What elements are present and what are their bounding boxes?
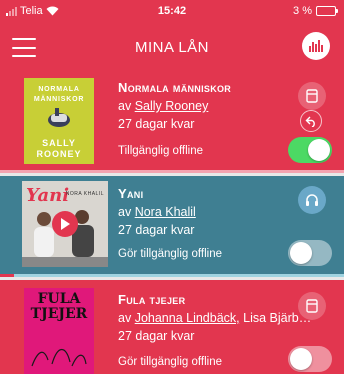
cover-title-text: FULA TJEJER [30, 291, 88, 322]
book-title[interactable]: Yani [118, 186, 196, 201]
cover-title-text: Yani [26, 185, 70, 206]
offline-label: Gör tillgänglig offline [118, 248, 222, 260]
offline-toggle[interactable] [288, 346, 332, 372]
status-bar: Telia 15:42 3 % [0, 0, 344, 24]
by-label: av [118, 205, 132, 219]
offline-toggle[interactable] [288, 240, 332, 266]
listening-progress-track [0, 274, 344, 277]
cover-title-text: NORMALA MÄNNISKOR [33, 86, 85, 103]
author-link[interactable]: Nora Khalil [135, 205, 196, 219]
page-title: MINA LÅN [134, 39, 210, 56]
card-divider [0, 170, 344, 173]
book-card-fula-tjejer[interactable]: FULA TJEJER Fula tjejer av Johanna Lindb… [0, 280, 344, 374]
cover-author-text: SALLY ROONEY [36, 138, 82, 160]
return-icon [305, 116, 315, 127]
cover-illustration [31, 348, 87, 367]
ebook-icon [306, 299, 318, 313]
offline-toggle[interactable] [288, 137, 332, 163]
by-label: av [118, 311, 132, 325]
days-remaining: 27 dagar kvar [118, 329, 195, 343]
battery-percent: 3 % [293, 5, 312, 17]
book-card-normala-manniskor[interactable]: NORMALA MÄNNISKOR SALLY ROONEY Normala m… [0, 70, 344, 170]
statistics-icon[interactable] [302, 32, 330, 60]
ebook-button[interactable] [298, 82, 326, 110]
by-label: av [118, 99, 132, 113]
offline-label: Tillgänglig offline [118, 145, 204, 157]
ebook-icon [306, 89, 318, 103]
listening-progress-fill [0, 274, 14, 277]
return-book-button[interactable] [300, 110, 322, 132]
offline-label: Gör tillgänglig offline [118, 356, 222, 368]
days-remaining: 27 dagar kvar [118, 223, 195, 237]
headphones-icon [306, 194, 318, 206]
book-cover[interactable]: NORMALA MÄNNISKOR SALLY ROONEY [24, 78, 94, 164]
book-title[interactable]: Normala människor [118, 80, 231, 95]
audiobook-button[interactable] [298, 186, 326, 214]
book-cover[interactable]: Yani NORA KHALIL [22, 181, 108, 267]
cover-illustration [48, 108, 70, 127]
play-icon [61, 218, 70, 230]
author-link[interactable]: Sally Rooney [135, 99, 209, 113]
ebook-button[interactable] [298, 292, 326, 320]
book-cover[interactable]: FULA TJEJER [24, 288, 94, 374]
book-card-yani[interactable]: Yani NORA KHALIL Yani av Nora Khalil 27 … [0, 176, 344, 274]
play-button[interactable] [52, 211, 78, 237]
days-remaining: 27 dagar kvar [118, 117, 195, 131]
author-link[interactable]: Johanna Lindbäck, [135, 311, 240, 325]
cover-author-text: NORA KHALIL [65, 191, 104, 197]
book-title[interactable]: Fula tjejer [118, 292, 311, 307]
app-header: MINA LÅN [0, 24, 344, 70]
battery-icon [316, 6, 338, 16]
